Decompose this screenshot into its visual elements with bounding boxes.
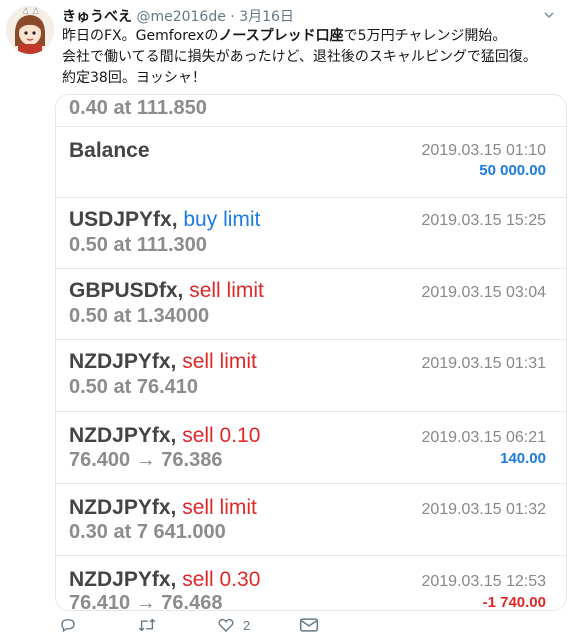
heart-icon [218, 618, 234, 632]
tweet-text-line: 約定38回。ヨッシャ！ [62, 70, 206, 86]
trade-symbol: NZDJPYfx [69, 350, 171, 373]
trade-row: NZDJPYfx, sell limit 0.50 at 76.410 2019.0… [56, 340, 566, 412]
tweet-text-line: 昨日のFX。Gemforexのノースプレッド口座で5万円チャレンジ開始。 [62, 26, 562, 47]
tweet-header: きゅうべえ @me2016de · 3月16日 [62, 6, 562, 28]
trade-time: 2019.03.15 01:32 [421, 501, 546, 518]
trade-symbol-line: NZDJPYfx, sell 0.10 [69, 424, 261, 447]
trade-symbol: NZDJPYfx [69, 424, 171, 447]
reply-icon [61, 619, 75, 633]
trade-action: sell 0.10 [182, 424, 261, 447]
trade-symbol-line: NZDJPYfx, sell limit [69, 350, 257, 373]
trade-symbol: NZDJPYfx [69, 568, 171, 591]
trade-detail: 0.50 at 76.410 [69, 376, 198, 398]
user-handle[interactable]: @me2016de [136, 9, 225, 25]
trade-symbol: USDJPYfx [69, 208, 172, 231]
trade-symbol-line: NZDJPYfx, sell limit [69, 496, 257, 519]
trade-detail: 76.400 → 76.386 [69, 449, 223, 471]
retweet-button[interactable] [137, 614, 157, 636]
trade-profit: 50 000.00 [479, 162, 546, 179]
trade-action: sell limit [182, 350, 257, 373]
trade-symbol-line: NZDJPYfx, sell 0.30 [69, 568, 261, 591]
trade-profit: 140.00 [500, 450, 546, 467]
trade-row: NZDJPYfx, sell 0.30 76.410 → 76.468 2019.0… [56, 556, 566, 611]
tweet-text-segment: で5万円チャレンジ開始。 [343, 28, 507, 44]
direct-message-button[interactable] [299, 614, 319, 636]
tweet-actions: 2 [55, 614, 355, 636]
trade-profit: -1 740.00 [482, 594, 546, 611]
trade-action: sell limit [189, 279, 264, 302]
display-name[interactable]: きゅうべえ [62, 9, 132, 25]
like-count: 2 [243, 617, 251, 633]
tweet-text-line: 会社で働いてる間に損失があったけど、退社後のスキャルピングで猛回復。 [62, 49, 537, 65]
trade-row: GBPUSDfx, sell limit 0.50 at 1.34000 2019.… [56, 269, 566, 340]
avatar[interactable] [6, 6, 54, 54]
trade-symbol-line: GBPUSDfx, sell limit [69, 279, 264, 302]
trade-row: NZDJPYfx, sell 0.10 76.400 → 76.386 2019.0… [56, 412, 566, 484]
trade-time: 2019.03.15 15:25 [421, 212, 546, 229]
separator-dot: · [230, 9, 235, 25]
trade-time: 2019.03.15 06:21 [421, 429, 546, 446]
tweet-text: 昨日のFX。Gemforexのノースプレッド口座で5万円チャレンジ開始。 会社で… [62, 26, 562, 89]
trade-symbol: GBPUSDfx [69, 279, 178, 302]
like-button[interactable]: 2 [217, 614, 250, 636]
trade-time: 2019.03.15 01:31 [421, 355, 546, 372]
media-screenshot[interactable]: 0.40 at 111.850 Balance 2019.03.15 01:10 50… [55, 94, 567, 611]
trade-action: sell limit [182, 496, 257, 519]
trade-symbol: NZDJPYfx [69, 496, 171, 519]
avatar-image [6, 6, 54, 54]
trade-symbol: Balance [69, 139, 150, 162]
trade-detail: 0.50 at 111.300 [69, 234, 207, 256]
trade-row: USDJPYfx, buy limit 0.50 at 111.300 2019.0… [56, 198, 566, 269]
trade-detail: 0.30 at 7 641.000 [69, 521, 226, 543]
trade-detail: 0.40 at 111.850 [69, 97, 207, 119]
chevron-down-icon[interactable] [540, 6, 558, 28]
trade-action: sell 0.30 [182, 568, 261, 591]
mail-icon [299, 618, 319, 632]
tweet-date[interactable]: 3月16日 [239, 9, 294, 25]
trade-detail: 76.410 → 76.468 [69, 592, 223, 611]
trade-row: 0.40 at 111.850 [56, 95, 566, 127]
balance-row: Balance 2019.03.15 01:10 50 000.00 [56, 127, 566, 198]
tweet-text-bold: ノースプレッド口座 [218, 28, 344, 44]
trade-action: buy limit [183, 208, 261, 231]
trade-detail: 0.50 at 1.34000 [69, 305, 210, 327]
trade-time: 2019.03.15 12:53 [421, 573, 546, 590]
trade-symbol-line: USDJPYfx, buy limit [69, 208, 261, 231]
reply-button[interactable] [59, 614, 77, 636]
trade-list: 0.40 at 111.850 Balance 2019.03.15 01:10 50… [56, 95, 566, 611]
tweet-text-segment: 昨日のFX。Gemforexの [62, 28, 219, 44]
trade-symbol-line: Balance [69, 139, 150, 163]
trade-row: NZDJPYfx, sell limit 0.30 at 7 641.000 201… [56, 484, 566, 556]
trade-time: 2019.03.15 03:04 [421, 284, 546, 301]
retweet-icon [138, 618, 156, 632]
trade-time: 2019.03.15 01:10 [421, 142, 546, 159]
